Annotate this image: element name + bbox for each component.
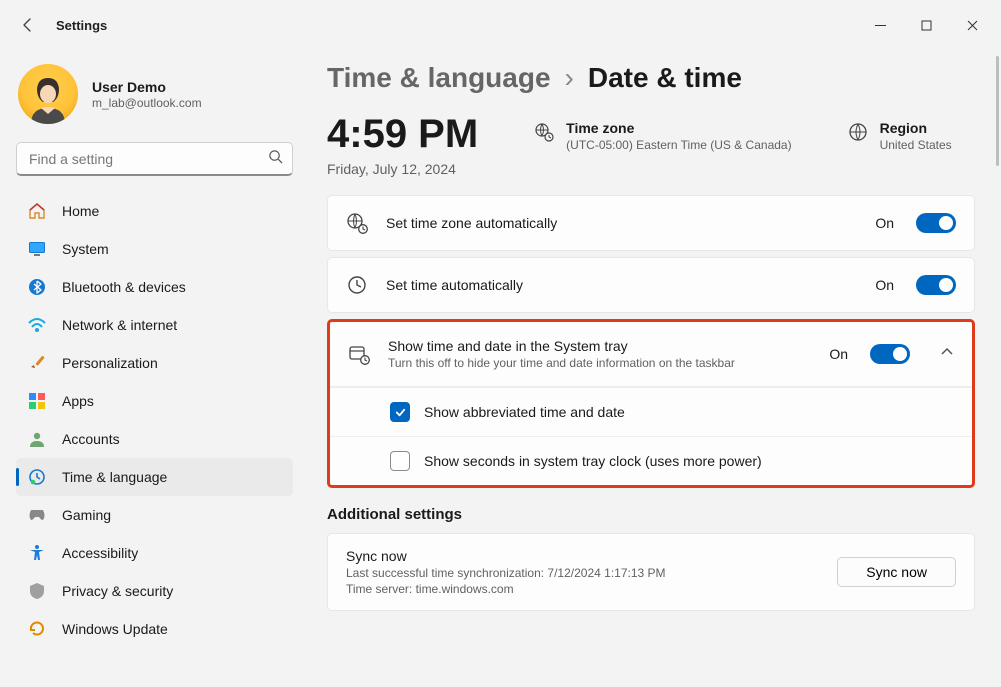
checkbox-unchecked[interactable] [390,451,410,471]
row-label: Show abbreviated time and date [424,404,625,420]
home-icon [28,202,46,220]
sidebar-item-bluetooth[interactable]: Bluetooth & devices [16,268,293,306]
sidebar-item-label: Network & internet [62,317,177,333]
toggle-switch[interactable] [916,213,956,233]
row-seconds[interactable]: Show seconds in system tray clock (uses … [330,436,972,485]
sidebar-item-update[interactable]: Windows Update [16,610,293,648]
breadcrumb-parent[interactable]: Time & language [327,62,551,94]
toggle-switch[interactable] [870,344,910,364]
section-heading: Additional settings [327,506,975,523]
user-email: m_lab@outlook.com [92,96,202,110]
page-title: Date & time [588,62,742,94]
gaming-icon [28,506,46,524]
close-button[interactable] [949,9,995,41]
search-icon [268,149,283,169]
sidebar-item-gaming[interactable]: Gaming [16,496,293,534]
sidebar-item-label: Accessibility [62,545,138,561]
search-input[interactable] [16,142,293,176]
sidebar-item-accounts[interactable]: Accounts [16,420,293,458]
clock-icon [346,274,368,296]
sidebar-item-label: Apps [62,393,94,409]
checkbox-checked[interactable] [390,402,410,422]
taskbar-clock-icon [348,343,370,365]
sidebar-item-home[interactable]: Home [16,192,293,230]
sidebar-item-label: Windows Update [62,621,168,637]
chevron-right-icon: › [565,62,574,94]
row-time-auto[interactable]: Set time automatically On [327,257,975,313]
current-date: Friday, July 12, 2024 [327,161,478,177]
privacy-icon [28,582,46,600]
row-label: Set time zone automatically [386,215,857,231]
toggle-state: On [829,346,848,362]
sidebar-item-label: Accounts [62,431,120,447]
sidebar-item-label: Time & language [62,469,167,485]
row-sync: Sync now Last successful time synchroniz… [327,533,975,611]
sidebar-item-apps[interactable]: Apps [16,382,293,420]
sync-title: Sync now [346,548,837,564]
timezone-value: (UTC-05:00) Eastern Time (US & Canada) [566,138,791,152]
row-tz-auto[interactable]: Set time zone automatically On [327,195,975,251]
update-icon [28,620,46,638]
toggle-state: On [875,277,894,293]
region-value: United States [880,138,952,152]
sidebar-item-privacy[interactable]: Privacy & security [16,572,293,610]
maximize-button[interactable] [903,9,949,41]
chevron-up-icon[interactable] [940,345,954,364]
personalization-icon [28,354,46,372]
sidebar-item-network[interactable]: Network & internet [16,306,293,344]
row-abbrev[interactable]: Show abbreviated time and date [330,387,972,436]
sidebar-item-system[interactable]: System [16,230,293,268]
toggle-state: On [875,215,894,231]
sync-now-button[interactable]: Sync now [837,557,956,587]
row-label: Show time and date in the System tray [388,338,811,354]
apps-icon [28,392,46,410]
time-icon [28,468,46,486]
sync-last: Last successful time synchronization: 7/… [346,566,837,580]
sidebar-item-label: Home [62,203,99,219]
row-systray[interactable]: Show time and date in the System tray Tu… [330,322,972,387]
sidebar-item-label: System [62,241,109,257]
bluetooth-icon [28,278,46,296]
accessibility-icon [28,544,46,562]
sync-server: Time server: time.windows.com [346,582,837,596]
user-profile[interactable]: User Demo m_lab@outlook.com [16,58,293,142]
scrollbar[interactable] [996,56,999,166]
system-icon [28,240,46,258]
globe-icon [848,122,868,142]
row-sublabel: Turn this off to hide your time and date… [388,356,811,370]
timezone-block[interactable]: Time zone (UTC-05:00) Eastern Time (US &… [534,112,791,152]
row-label: Set time automatically [386,277,857,293]
sidebar-item-label: Privacy & security [62,583,173,599]
window-title: Settings [56,18,857,33]
sidebar-item-label: Bluetooth & devices [62,279,186,295]
sidebar-item-accessibility[interactable]: Accessibility [16,534,293,572]
row-label: Show seconds in system tray clock (uses … [424,453,762,469]
current-time: 4:59 PM [327,112,478,157]
globe-clock-icon [534,122,554,142]
sidebar-item-time[interactable]: Time & language [16,458,293,496]
accounts-icon [28,430,46,448]
user-name: User Demo [92,79,202,95]
systray-group: Show time and date in the System tray Tu… [327,319,975,488]
sidebar-item-personalization[interactable]: Personalization [16,344,293,382]
region-block[interactable]: Region United States [848,112,952,152]
back-button[interactable] [18,15,38,35]
globe-clock-icon [346,212,368,234]
breadcrumb: Time & language › Date & time [327,62,975,94]
avatar [18,64,78,124]
region-title: Region [880,120,952,136]
sidebar-item-label: Personalization [62,355,158,371]
sidebar-item-label: Gaming [62,507,111,523]
timezone-title: Time zone [566,120,791,136]
toggle-switch[interactable] [916,275,956,295]
minimize-button[interactable] [857,9,903,41]
network-icon [28,316,46,334]
